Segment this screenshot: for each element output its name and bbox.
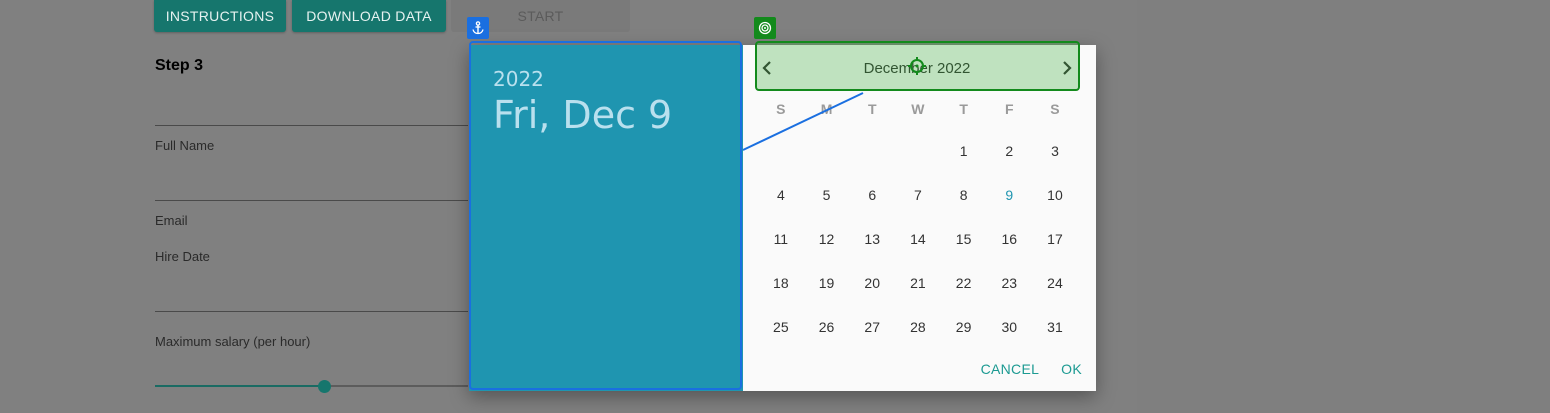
crosshair-icon	[908, 57, 926, 75]
calendar-day[interactable]: 30	[986, 319, 1032, 335]
weekday-label: W	[911, 101, 925, 117]
calendar-day[interactable]: 29	[941, 319, 987, 335]
background-strip	[1137, 0, 1550, 413]
calendar-day[interactable]: 17	[1032, 231, 1078, 247]
calendar-day[interactable]: 22	[941, 275, 987, 291]
calendar-day[interactable]: 11	[758, 231, 804, 247]
weekday-label: S	[1050, 101, 1060, 117]
calendar-day[interactable]: 10	[1032, 187, 1078, 203]
week-row: 25 26 27 28 29 30 31	[758, 319, 1088, 335]
calendar-day[interactable]: 21	[895, 275, 941, 291]
week-row: 11 12 13 14 15 16 17	[758, 231, 1088, 247]
calendar-day[interactable]: 7	[895, 187, 941, 203]
calendar-day[interactable]: 19	[804, 275, 850, 291]
salary-slider-thumb[interactable]	[318, 380, 331, 393]
selected-day[interactable]: 9	[986, 187, 1032, 203]
annotation-box-blue	[469, 41, 742, 390]
email-input[interactable]	[155, 200, 468, 201]
calendar-day[interactable]: 26	[804, 319, 850, 335]
target-icon	[754, 17, 776, 39]
week-row: 4 5 6 7 8 9 10	[758, 187, 1088, 203]
calendar-day[interactable]: 25	[758, 319, 804, 335]
calendar-day[interactable]: 6	[849, 187, 895, 203]
ok-button[interactable]: OK	[1061, 361, 1082, 377]
download-data-button[interactable]: DOWNLOAD DATA	[292, 0, 446, 32]
calendar-day[interactable]: 20	[849, 275, 895, 291]
calendar-day[interactable]: 3	[1032, 143, 1078, 159]
calendar-day[interactable]: 8	[941, 187, 987, 203]
page: INSTRUCTIONS DOWNLOAD DATA START Step 3 …	[0, 0, 1550, 413]
email-label: Email	[155, 213, 188, 228]
weekday-label: F	[1005, 101, 1014, 117]
full-name-input[interactable]	[155, 125, 468, 126]
calendar-day[interactable]: 27	[849, 319, 895, 335]
calendar-day[interactable]: 31	[1032, 319, 1078, 335]
anchor-icon	[467, 17, 489, 39]
calendar-day[interactable]: 2	[986, 143, 1032, 159]
calendar-day[interactable]: 16	[986, 231, 1032, 247]
calendar-day[interactable]: 1	[941, 143, 987, 159]
calendar-day[interactable]: 15	[941, 231, 987, 247]
annotation-connector	[742, 92, 864, 151]
calendar-day[interactable]: 4	[758, 187, 804, 203]
hire-date-label: Hire Date	[155, 249, 210, 264]
calendar-day[interactable]: 5	[804, 187, 850, 203]
calendar-day[interactable]: 13	[849, 231, 895, 247]
hire-date-input[interactable]	[155, 311, 468, 312]
calendar-day[interactable]: 24	[1032, 275, 1078, 291]
calendar-day[interactable]: 23	[986, 275, 1032, 291]
instructions-button[interactable]: INSTRUCTIONS	[154, 0, 286, 32]
full-name-label: Full Name	[155, 138, 215, 153]
calendar-day[interactable]: 12	[804, 231, 850, 247]
calendar-day[interactable]: 18	[758, 275, 804, 291]
dialog-actions: CANCEL OK	[981, 361, 1082, 377]
salary-slider-fill	[155, 385, 325, 387]
calendar-day[interactable]: 14	[895, 231, 941, 247]
weekday-label: T	[959, 101, 968, 117]
calendar-day[interactable]: 28	[895, 319, 941, 335]
salary-label: Maximum salary (per hour)	[155, 334, 311, 349]
cancel-button[interactable]: CANCEL	[981, 361, 1040, 377]
week-row: 18 19 20 21 22 23 24	[758, 275, 1088, 291]
step-title: Step 3	[155, 57, 204, 74]
